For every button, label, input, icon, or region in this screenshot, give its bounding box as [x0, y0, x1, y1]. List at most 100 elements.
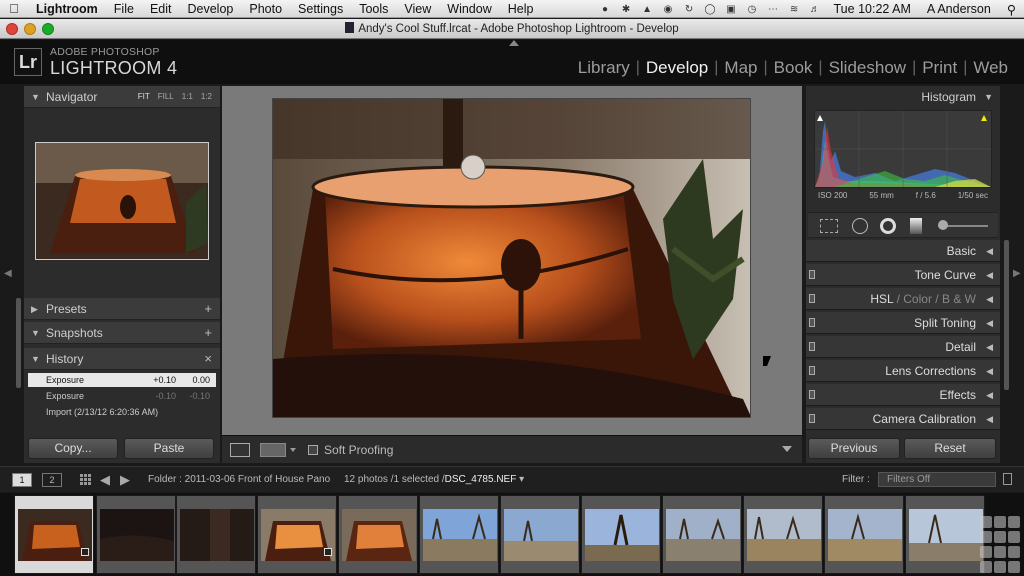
history-row[interactable]: Exposure -0.10 -0.10 [28, 389, 216, 403]
filmstrip-thumb[interactable] [662, 495, 742, 574]
collapse-triangle-icon[interactable]: ▼ [31, 348, 40, 370]
spot-removal-icon[interactable] [852, 218, 868, 234]
filmstrip-thumb[interactable] [581, 495, 661, 574]
previous-button[interactable]: Previous [808, 438, 900, 459]
module-library[interactable]: Library [572, 58, 636, 78]
section-camera-calibration[interactable]: Camera Calibration ◀ [806, 408, 1000, 430]
add-preset-icon[interactable]: + [204, 298, 212, 320]
collapse-top-arrow-icon[interactable] [509, 40, 519, 46]
reset-button[interactable]: Reset [904, 438, 996, 459]
menu-lightroom[interactable]: Lightroom [28, 2, 106, 16]
filmstrip-thumb[interactable] [743, 495, 823, 574]
soft-proofing-toggle[interactable]: Soft Proofing [308, 443, 393, 457]
dots-icon[interactable]: ⋯ [767, 4, 780, 15]
section-split-toning[interactable]: Split Toning ◀ [806, 312, 1000, 334]
notification-icon[interactable]: ▲ [641, 4, 654, 15]
menu-develop[interactable]: Develop [180, 2, 242, 16]
navigator-header[interactable]: ▼ Navigator FIT FILL 1:1 1:2 [24, 86, 220, 108]
expand-triangle-icon[interactable]: ◀ [986, 408, 993, 430]
paw-icon[interactable]: ◉ [662, 4, 675, 15]
snapshots-header[interactable]: ▼ Snapshots + [24, 322, 220, 344]
volume-icon[interactable]: ♬ [809, 4, 822, 15]
expand-triangle-icon[interactable]: ◀ [986, 384, 993, 406]
status-icon[interactable]: ● [599, 4, 612, 15]
expand-triangle-icon[interactable]: ◀ [986, 240, 993, 262]
time-machine-icon[interactable]: ◷ [746, 4, 759, 15]
filter-dropdown[interactable]: Filters Off [878, 472, 996, 487]
section-toggle-switch[interactable] [809, 390, 815, 399]
section-toggle-switch[interactable] [809, 270, 815, 279]
soft-proofing-checkbox[interactable] [308, 445, 318, 455]
nav-fill[interactable]: FILL [158, 86, 174, 108]
menubar-clock[interactable]: Tue 10:22 AM [826, 2, 919, 16]
section-lens-corrections[interactable]: Lens Corrections ◀ [806, 360, 1000, 382]
filmstrip-thumb[interactable] [14, 495, 94, 574]
histogram-header[interactable]: Histogram ▼ [806, 86, 1000, 108]
display-icon[interactable]: ▣ [725, 4, 738, 15]
clear-history-icon[interactable]: × [204, 348, 212, 370]
spotlight-icon[interactable]: ⚲ [999, 2, 1024, 17]
menu-view[interactable]: View [396, 2, 439, 16]
module-develop[interactable]: Develop [640, 58, 714, 78]
crop-tool-icon[interactable] [820, 219, 838, 233]
section-toggle-switch[interactable] [809, 318, 815, 327]
expand-triangle-icon[interactable]: ◀ [986, 360, 993, 382]
filmstrip-thumb[interactable] [500, 495, 580, 574]
section-toggle-switch[interactable] [809, 342, 815, 351]
section-toggle-switch[interactable] [809, 294, 815, 303]
menu-settings[interactable]: Settings [290, 2, 351, 16]
menu-tools[interactable]: Tools [351, 2, 396, 16]
section-toggle-switch[interactable] [809, 414, 815, 423]
filmstrip-thumb[interactable] [176, 495, 256, 574]
nav-1-2[interactable]: 1:2 [201, 86, 212, 108]
filter-lock-icon[interactable] [1003, 473, 1012, 485]
expand-triangle-icon[interactable]: ◀ [986, 288, 993, 310]
nav-fit[interactable]: FIT [138, 86, 150, 108]
bluetooth-icon[interactable]: ✱ [620, 4, 633, 15]
collapse-triangle-icon[interactable]: ▼ [31, 322, 40, 344]
selection-info[interactable]: 12 photos /1 selected /DSC_4785.NEF ▾ [344, 474, 524, 485]
close-window-button[interactable] [6, 23, 18, 35]
accessibility-icon[interactable]: ◯ [704, 4, 717, 15]
hsl-tab[interactable]: HSL [870, 292, 893, 306]
main-screen-button[interactable]: 1 [12, 473, 32, 487]
before-after-icon[interactable] [260, 443, 286, 457]
module-map[interactable]: Map [718, 58, 763, 78]
red-eye-icon[interactable] [880, 218, 896, 234]
history-row[interactable]: Import (2/13/12 6:20:36 AM) [28, 405, 216, 419]
filmstrip-thumb[interactable] [96, 495, 176, 574]
apple-icon[interactable]:  [0, 1, 28, 16]
filmstrip-thumb[interactable] [338, 495, 418, 574]
collapse-triangle-icon[interactable]: ▼ [31, 86, 40, 108]
menu-help[interactable]: Help [500, 2, 542, 16]
expand-triangle-icon[interactable]: ◀ [986, 264, 993, 286]
bw-tab[interactable]: B & W [942, 292, 976, 306]
zoom-window-button[interactable] [42, 23, 54, 35]
menu-edit[interactable]: Edit [142, 2, 180, 16]
histogram-graph[interactable] [814, 110, 992, 188]
right-panel-toggle-icon[interactable]: ▶ [1013, 268, 1021, 279]
history-header[interactable]: ▼ History × [24, 348, 220, 370]
section-detail[interactable]: Detail ◀ [806, 336, 1000, 358]
section-hsl[interactable]: HSL / Color / B & W ◀ [806, 288, 1000, 310]
nav-1-1[interactable]: 1:1 [182, 86, 193, 108]
expand-triangle-icon[interactable]: ◀ [986, 312, 993, 334]
forward-arrow-icon[interactable]: ▶ [120, 472, 130, 488]
filmstrip-thumb[interactable] [824, 495, 904, 574]
expand-triangle-icon[interactable]: ▶ [31, 298, 38, 320]
module-print[interactable]: Print [916, 58, 963, 78]
sync-icon[interactable]: ↻ [683, 4, 696, 15]
add-snapshot-icon[interactable]: + [204, 322, 212, 344]
copy-button[interactable]: Copy... [28, 438, 118, 459]
back-arrow-icon[interactable]: ◀ [100, 472, 110, 488]
color-tab[interactable]: Color [903, 292, 932, 306]
left-panel-toggle-icon[interactable]: ◀ [4, 268, 12, 279]
grid-view-icon[interactable] [80, 474, 91, 485]
section-toggle-switch[interactable] [809, 366, 815, 375]
main-photo[interactable] [272, 98, 751, 418]
wifi-icon[interactable]: ≋ [788, 4, 801, 15]
module-book[interactable]: Book [768, 58, 819, 78]
navigator-preview[interactable] [35, 142, 209, 260]
loupe-view-icon[interactable] [230, 443, 250, 457]
grid-overlay-icon[interactable] [980, 516, 1020, 574]
